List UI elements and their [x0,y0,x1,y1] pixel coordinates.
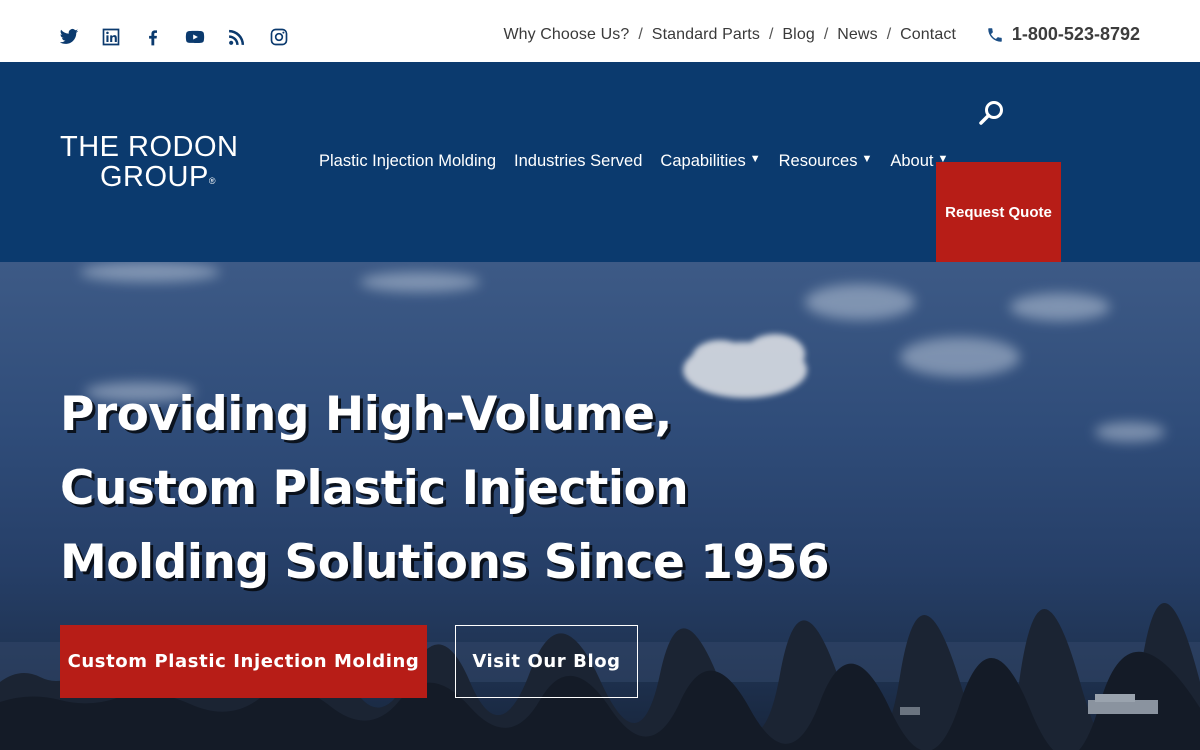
instagram-icon[interactable] [268,24,290,50]
nav-item-label: Capabilities [660,152,746,170]
nav-separator: / [638,26,643,43]
hero-headline-line-3: Molding Solutions Since 1956 [60,535,830,590]
linkedin-icon[interactable] [100,24,122,50]
nav-item-industries-served[interactable]: Industries Served [514,152,642,171]
site-logo[interactable]: THE RODON GROUP® [60,132,239,192]
twitter-icon[interactable] [58,24,80,50]
nav-item-capabilities[interactable]: Capabilities ▼ [660,152,760,171]
nav-separator: / [886,26,892,43]
youtube-icon[interactable] [184,24,206,50]
utility-link-blog[interactable]: Blog [782,26,814,44]
nav-item-label: Resources [778,152,858,170]
utility-nav: Why Choose Us? / Standard Parts / Blog /… [503,26,956,44]
utility-bar: Why Choose Us? / Standard Parts / Blog /… [0,0,1200,62]
site-header: THE RODON GROUP® Plastic Injection Moldi… [0,62,1200,262]
nav-item-resources[interactable]: Resources ▼ [779,152,873,171]
main-nav: Plastic Injection Molding Industries Ser… [319,152,948,171]
logo-line-2: GROUP [100,161,209,193]
logo-line-1: THE RODON [60,131,239,163]
utility-link-standard-parts[interactable]: Standard Parts [652,26,760,44]
social-links [58,24,290,50]
nav-separator: / [823,26,829,43]
utility-link-why-choose-us[interactable]: Why Choose Us? [503,26,629,44]
request-quote-button[interactable]: Request Quote [936,162,1061,262]
search-button[interactable] [978,99,1008,129]
custom-plastic-injection-molding-button[interactable]: Custom Plastic Injection Molding [60,625,427,698]
caret-down-icon: ▼ [749,153,761,165]
search-icon [979,101,1003,125]
rss-icon[interactable] [226,24,248,50]
nav-item-plastic-injection-molding[interactable]: Plastic Injection Molding [319,152,496,171]
nav-separator: / [768,26,774,43]
hero-headline-line-1: Providing High-Volume, [60,387,672,442]
visit-our-blog-button[interactable]: Visit Our Blog [455,625,638,698]
hero-headline-line-2: Custom Plastic Injection [60,461,689,516]
facebook-icon[interactable] [142,24,164,50]
nav-item-label: Plastic Injection Molding [319,152,497,170]
utility-link-contact[interactable]: Contact [900,26,956,44]
nav-item-label: Industries Served [514,152,643,170]
hero-section: Providing High-Volume, Custom Plastic In… [0,262,1200,750]
phone-link[interactable]: 1-800-523-8792 [986,24,1140,45]
hero-headline: Providing High-Volume, Custom Plastic In… [60,378,830,600]
utility-link-news[interactable]: News [837,26,877,44]
logo-line-2-wrap: GROUP® [60,162,239,192]
nav-item-label: About [890,152,934,170]
caret-down-icon: ▼ [861,153,873,165]
phone-number: 1-800-523-8792 [1011,24,1140,44]
registered-mark: ® [208,176,216,186]
phone-icon [988,27,1002,42]
